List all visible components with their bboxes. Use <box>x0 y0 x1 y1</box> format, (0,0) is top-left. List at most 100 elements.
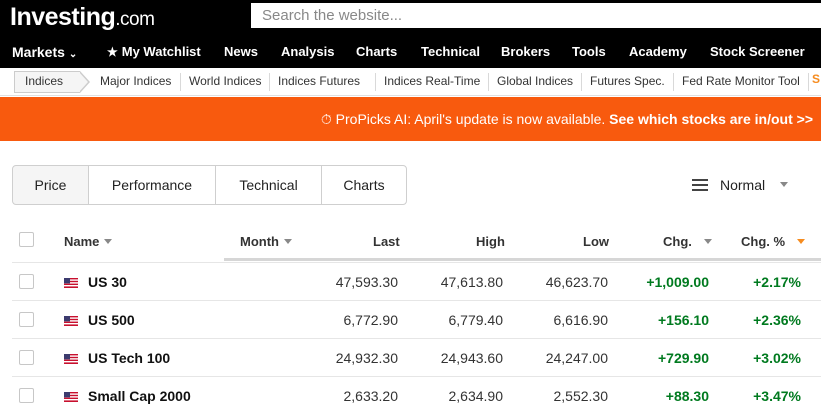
tab-performance[interactable]: Performance <box>88 165 216 205</box>
low-price: 2,552.30 <box>553 388 609 404</box>
main-nav: Markets ⌄ ★ My Watchlist News Analysis Ch… <box>0 36 821 68</box>
change-value: +729.90 <box>658 350 709 366</box>
sort-icon <box>797 239 806 244</box>
instrument-name-link[interactable]: Small Cap 2000 <box>88 388 191 404</box>
col-chg-label: Chg. <box>663 234 692 249</box>
row-checkbox[interactable] <box>19 312 34 327</box>
low-price: 6,616.90 <box>553 312 609 328</box>
table-row[interactable]: US 30 47,593.30 47,613.80 46,623.70 +1,009.0… <box>12 262 821 300</box>
chevron-down-icon: ⌄ <box>68 49 78 60</box>
nav-news[interactable]: News <box>224 44 258 59</box>
table-row[interactable]: US Tech 100 24,932.30 24,943.60 24,247.00 +7… <box>12 338 821 376</box>
row-checkbox[interactable] <box>19 388 34 403</box>
sub-nav: Indices Major Indices World Indices Indi… <box>0 68 821 96</box>
col-low[interactable]: Low <box>583 234 609 249</box>
nav-tools[interactable]: Tools <box>572 44 606 59</box>
divider <box>673 73 674 91</box>
nav-charts[interactable]: Charts <box>356 44 397 59</box>
last-price: 24,932.30 <box>335 350 398 366</box>
nav-academy[interactable]: Academy <box>629 44 687 59</box>
table-row[interactable]: Small Cap 2000 2,633.20 2,634.90 2,552.30 +8… <box>12 376 821 414</box>
breadcrumb-arrow-fill <box>79 72 88 92</box>
view-mode-label: Normal <box>720 177 766 193</box>
col-month[interactable]: Month <box>240 234 292 249</box>
subnav-global-indices[interactable]: Global Indices <box>497 74 573 88</box>
col-last[interactable]: Last <box>373 234 400 249</box>
tab-technical[interactable]: Technical <box>215 165 322 205</box>
instrument-name-link[interactable]: US Tech 100 <box>88 350 170 366</box>
subnav-more-icon[interactable]: S <box>812 72 821 92</box>
logo-suffix: .com <box>115 9 155 30</box>
change-percent: +2.17% <box>753 274 801 290</box>
low-price: 46,623.70 <box>545 274 608 290</box>
promo-banner[interactable]: ⏱ ProPicks AI: April's update is now ava… <box>0 97 821 141</box>
tab-charts[interactable]: Charts <box>321 165 407 205</box>
us-flag-icon <box>64 316 78 326</box>
nav-stock-screener[interactable]: Stock Screener <box>710 44 805 59</box>
promo-text: ⏱ ProPicks AI: April's update is now ava… <box>321 111 813 128</box>
col-chg[interactable]: Chg. <box>663 234 712 249</box>
subnav-indices-real-time[interactable]: Indices Real-Time <box>384 74 480 88</box>
divider <box>581 73 582 91</box>
instrument-name-link[interactable]: US 500 <box>88 312 135 328</box>
us-flag-icon <box>64 392 78 402</box>
us-flag-icon <box>64 354 78 364</box>
nav-watchlist[interactable]: ★ My Watchlist <box>107 44 201 59</box>
nav-markets[interactable]: Markets ⌄ <box>12 44 77 60</box>
high-price: 6,779.40 <box>448 312 504 328</box>
high-price: 2,634.90 <box>448 388 504 404</box>
top-bar: Investing.com <box>0 0 821 36</box>
nav-analysis[interactable]: Analysis <box>281 44 334 59</box>
select-all-checkbox[interactable] <box>19 232 34 247</box>
subnav-fed-rate-monitor[interactable]: Fed Rate Monitor Tool <box>682 74 800 88</box>
divider <box>180 73 181 91</box>
site-logo[interactable]: Investing.com <box>10 3 155 32</box>
sort-icon <box>283 239 292 244</box>
stopwatch-icon: ⏱ <box>320 111 332 127</box>
last-price: 2,633.20 <box>343 388 399 404</box>
nav-brokers[interactable]: Brokers <box>501 44 550 59</box>
list-icon <box>692 179 708 191</box>
nav-technical[interactable]: Technical <box>421 44 480 59</box>
chevron-down-icon <box>780 182 788 187</box>
row-checkbox[interactable] <box>19 350 34 365</box>
view-tabs: Price Performance Technical Charts <box>12 165 407 205</box>
divider <box>808 73 809 91</box>
change-value: +1,009.00 <box>646 274 709 290</box>
nav-markets-label: Markets <box>12 44 65 60</box>
col-high[interactable]: High <box>476 234 505 249</box>
low-price: 24,247.00 <box>545 350 608 366</box>
subnav-futures-spec[interactable]: Futures Spec. <box>590 74 665 88</box>
promo-cta-link[interactable]: See which stocks are in/out >> <box>609 111 813 127</box>
col-chg-pct[interactable]: Chg. % <box>741 234 806 249</box>
subnav-major-indices[interactable]: Major Indices <box>100 74 171 88</box>
star-icon: ★ <box>107 45 118 59</box>
col-name[interactable]: Name <box>64 234 113 249</box>
nav-watchlist-label: My Watchlist <box>121 44 201 59</box>
high-price: 47,613.80 <box>440 274 503 290</box>
subnav-indices-futures[interactable]: Indices Futures <box>278 74 360 88</box>
divider <box>375 73 376 91</box>
high-price: 24,943.60 <box>440 350 503 366</box>
logo-main: Investing <box>10 3 116 31</box>
us-flag-icon <box>64 278 78 288</box>
col-month-label: Month <box>240 234 279 249</box>
change-value: +156.10 <box>658 312 709 328</box>
col-chg-pct-label: Chg. % <box>741 234 786 249</box>
change-percent: +3.47% <box>753 388 801 404</box>
row-checkbox[interactable] <box>19 274 34 289</box>
change-value: +88.30 <box>665 388 709 404</box>
instrument-name-link[interactable]: US 30 <box>88 274 127 290</box>
header-rule <box>224 258 821 261</box>
table-row[interactable]: US 500 6,772.90 6,779.40 6,616.90 +156.10 +2.… <box>12 300 821 338</box>
subnav-indices-label: Indices <box>25 74 64 88</box>
col-name-label: Name <box>64 234 100 249</box>
subnav-world-indices[interactable]: World Indices <box>189 74 261 88</box>
change-percent: +2.36% <box>753 312 801 328</box>
change-percent: +3.02% <box>753 350 801 366</box>
search-input[interactable] <box>251 3 821 28</box>
divider <box>488 73 489 91</box>
divider <box>269 73 270 91</box>
tab-price[interactable]: Price <box>12 165 89 205</box>
promo-message: ProPicks AI: April's update is now avail… <box>335 111 606 127</box>
